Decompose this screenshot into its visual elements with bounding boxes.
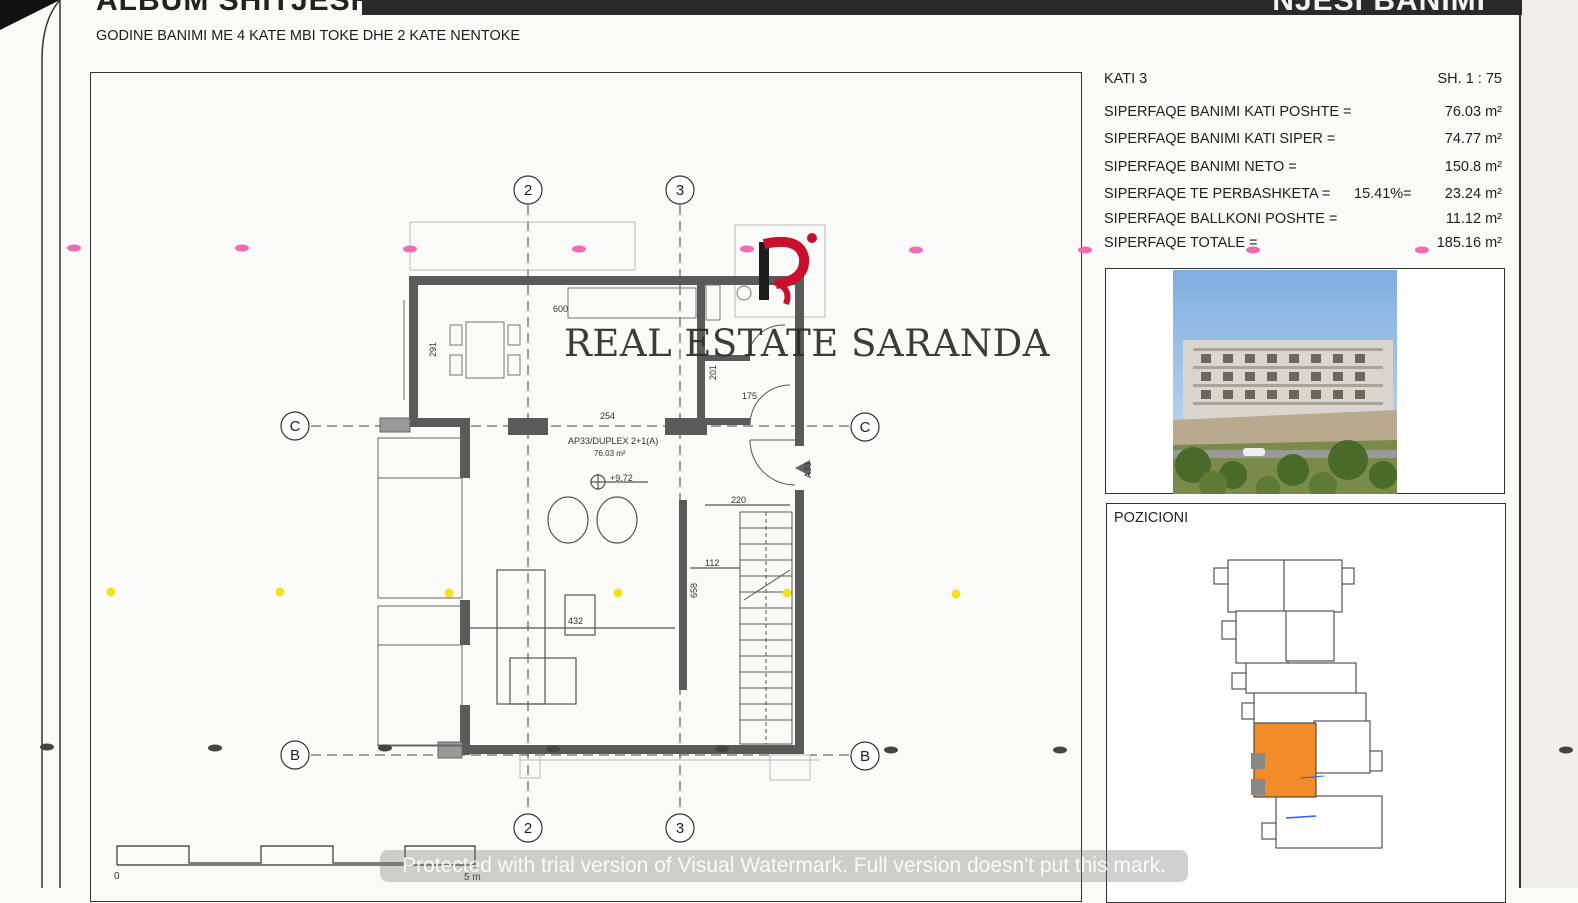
grid-label-top-2: 2 bbox=[524, 182, 532, 199]
brand-watermark-text: REAL ESTATE SARANDA bbox=[564, 322, 1050, 365]
grid-label-right-c: C bbox=[860, 419, 871, 436]
dim-112: 112 bbox=[705, 558, 719, 568]
dim-220: 220 bbox=[731, 495, 746, 505]
grid-label-right-b: B bbox=[860, 748, 870, 765]
area-info-panel: KATI 3 SH. 1 : 75 SIPERFAQE BANIMI KATI … bbox=[1104, 71, 1502, 251]
dim-175: 175 bbox=[742, 391, 757, 401]
dim-a33: A33 bbox=[803, 462, 813, 478]
unit-name: AP33/DUPLEX 2+1(A) bbox=[568, 436, 658, 446]
grid-label-bottom-2: 2 bbox=[524, 820, 532, 837]
grid-label-top-3: 3 bbox=[676, 182, 684, 199]
floor-label: KATI 3 bbox=[1104, 71, 1148, 87]
dim-658: 658 bbox=[689, 583, 699, 598]
trial-watermark-banner: Protected with trial version of Visual W… bbox=[380, 850, 1188, 882]
dim-600: 600 bbox=[553, 304, 568, 314]
grid-label-bottom-3: 3 bbox=[676, 820, 684, 837]
unit-area: 76.03 m² bbox=[594, 449, 626, 458]
position-site-plan bbox=[1213, 559, 1383, 849]
dim-291: 291 bbox=[428, 342, 438, 357]
grid-label-left-c: C bbox=[290, 418, 301, 435]
grid-label-left-b: B bbox=[290, 747, 300, 764]
building-render-image bbox=[1173, 270, 1397, 494]
scale-label: SH. 1 : 75 bbox=[1437, 71, 1502, 87]
dim-201: 201 bbox=[708, 365, 718, 380]
dim-254: 254 bbox=[600, 411, 615, 421]
dim-432: 432 bbox=[568, 616, 583, 626]
real-estate-logo-icon bbox=[759, 233, 817, 306]
level-marker: +9.72 bbox=[610, 473, 633, 483]
scale-start: 0 bbox=[114, 871, 120, 882]
